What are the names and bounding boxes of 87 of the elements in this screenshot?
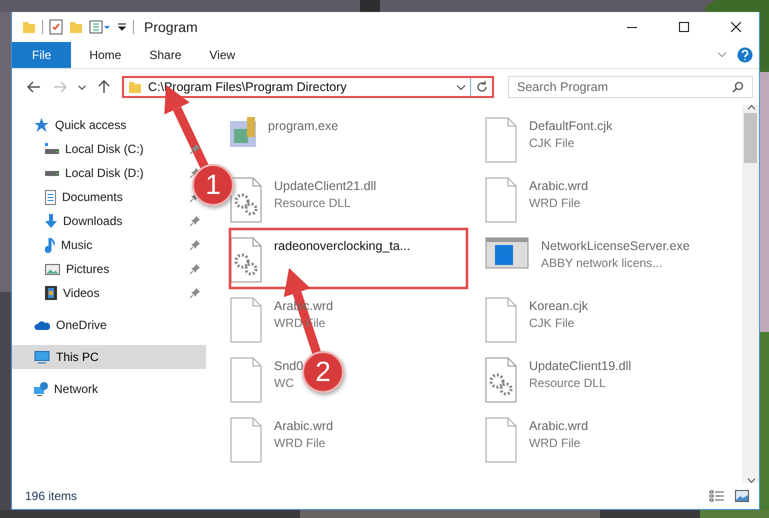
gear-file-icon	[230, 237, 262, 283]
down-arrow-icon	[45, 214, 57, 228]
properties-icon[interactable]	[49, 19, 63, 35]
file-icon	[230, 357, 262, 403]
file-type: ABBY network licens...	[541, 256, 662, 270]
file-type: WRD File	[274, 436, 326, 450]
file-icon	[230, 297, 262, 343]
file-type: CJK File	[529, 316, 574, 330]
refresh-icon	[476, 81, 488, 93]
large-icons-view-icon[interactable]	[735, 490, 749, 502]
file-name[interactable]: UpdateClient21.dll	[274, 179, 376, 193]
monitor-icon	[34, 350, 50, 364]
dropdown-icon[interactable]	[117, 23, 127, 31]
file-type: CJK File	[529, 136, 574, 150]
details-view-icon[interactable]	[709, 490, 725, 502]
view-options-icon[interactable]	[89, 20, 111, 34]
search-field[interactable]: Search Program	[508, 76, 753, 98]
network-icon	[34, 382, 48, 396]
sidebar-item[interactable]: OneDrive	[56, 318, 107, 332]
file-name[interactable]: radeonoverclocking_ta...	[274, 239, 410, 253]
sidebar-item[interactable]: Documents	[62, 190, 123, 204]
scrollbar[interactable]	[742, 105, 759, 483]
right-arrow-icon	[53, 81, 67, 93]
file-type: WRD File	[529, 436, 580, 450]
sidebar-item[interactable]: Local Disk (D:)	[65, 166, 144, 180]
chevron-down-icon	[78, 84, 86, 90]
sidebar-item[interactable]: Local Disk (C:)	[65, 142, 144, 156]
film-icon	[45, 286, 57, 300]
sidebar-item[interactable]: Downloads	[63, 214, 122, 228]
file-name[interactable]: Arabic.wrd	[529, 419, 588, 433]
address-path: C:\Program Files\Program Directory	[148, 80, 347, 94]
cloud-icon	[34, 320, 50, 330]
gear-file-icon	[485, 357, 517, 403]
sidebar-item[interactable]: Music	[61, 238, 92, 252]
window-icon	[485, 237, 529, 269]
file-name[interactable]: Arabic.wrd	[529, 179, 588, 193]
file-name[interactable]: NetworkLicenseServer.exe	[541, 239, 690, 253]
file-name[interactable]: DefaultFont.cjk	[529, 119, 612, 133]
step-badge: 1	[192, 164, 234, 206]
minimize-icon	[627, 26, 637, 28]
step-badge: 2	[302, 351, 344, 393]
ribbon-tab[interactable]: Share	[135, 42, 196, 68]
item-count: 196 items	[25, 489, 78, 503]
address-bar[interactable]: C:\Program Files\Program Directory	[122, 76, 494, 98]
folder-icon	[22, 22, 36, 32]
sidebar-item[interactable]: Network	[54, 382, 98, 396]
file-icon	[485, 117, 517, 163]
star-icon	[34, 118, 49, 132]
scrollbar-thumb[interactable]	[744, 113, 757, 163]
file-icon	[485, 297, 517, 343]
file-name[interactable]: Korean.cjk	[529, 299, 588, 313]
scroll-up-icon[interactable]	[746, 105, 754, 110]
scroll-down-icon[interactable]	[746, 478, 754, 483]
picture-icon	[45, 264, 60, 274]
close-icon	[731, 22, 741, 32]
drive-icon	[45, 143, 59, 155]
window-title: Program	[144, 19, 198, 35]
music-note-icon	[45, 238, 55, 252]
document-icon	[45, 190, 56, 204]
file-name[interactable]: Arabic.wrd	[274, 419, 334, 433]
file-name[interactable]: program.exe	[268, 119, 338, 133]
sidebar-item[interactable]: Videos	[63, 286, 100, 300]
file-type: WRD File	[529, 196, 580, 210]
file-icon	[230, 417, 262, 463]
sidebar-item[interactable]: Pictures	[66, 262, 110, 276]
maximize-icon	[679, 22, 689, 32]
folder-icon	[128, 82, 142, 92]
file-icon	[485, 417, 517, 463]
program-icon	[230, 117, 256, 147]
file-menu-button[interactable]: File	[12, 42, 72, 68]
file-type: Resource DLL	[529, 376, 606, 390]
file-name[interactable]: UpdateClient19.dll	[529, 359, 632, 373]
search-icon	[732, 81, 744, 93]
file-type: Resource DLL	[274, 196, 351, 210]
drive-icon	[45, 170, 59, 176]
help-icon[interactable]	[737, 47, 753, 63]
chevron-down-icon[interactable]	[456, 84, 466, 90]
file-icon	[485, 177, 517, 223]
sidebar-item[interactable]: Quick access	[55, 118, 126, 132]
gear-file-icon	[230, 177, 262, 223]
left-arrow-icon	[27, 81, 41, 93]
up-arrow-icon	[98, 80, 110, 94]
ribbon-tab[interactable]: View	[195, 42, 250, 68]
file-type: WC	[274, 376, 294, 390]
file-name[interactable]: Snd0	[274, 359, 304, 373]
sidebar-item[interactable]: This PC	[56, 350, 99, 364]
ribbon-tab[interactable]: Home	[75, 42, 136, 68]
